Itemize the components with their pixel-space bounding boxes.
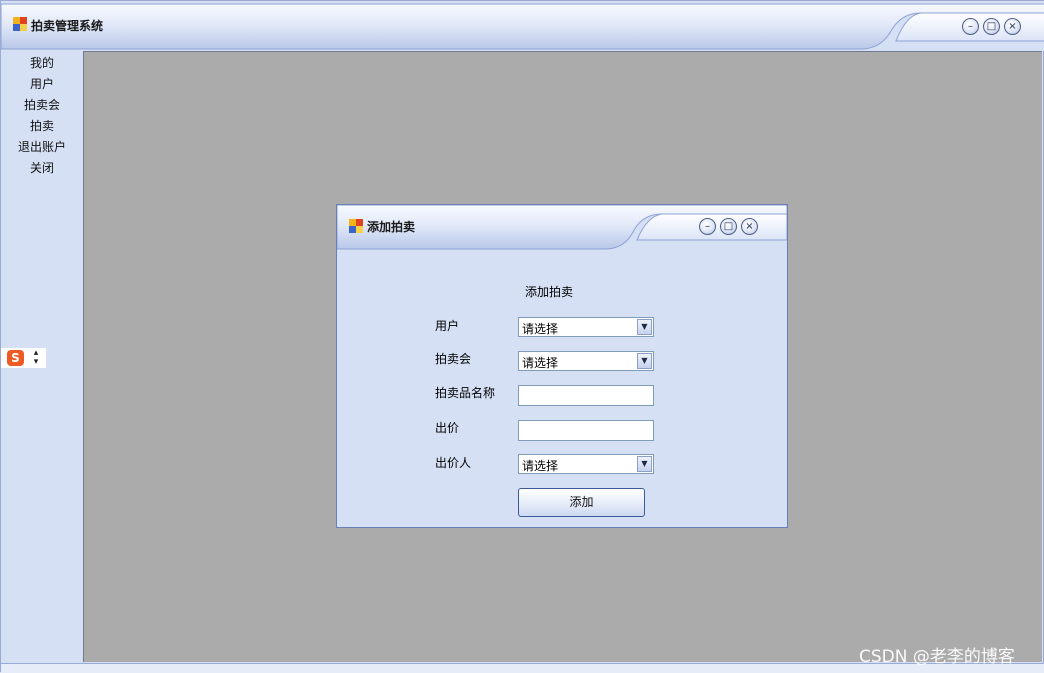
close-icon: × [745, 220, 754, 232]
ime-arrows-icon[interactable]: ▴ ▾ [31, 349, 41, 367]
bid-label: 出价 [435, 421, 460, 435]
item-name-input[interactable] [518, 385, 654, 406]
menu-item-mine[interactable]: 我的 [1, 53, 83, 74]
bidder-label: 出价人 [435, 456, 472, 470]
menu-item-close[interactable]: 关闭 [1, 158, 83, 179]
main-title-bar[interactable]: 拍卖管理系统 – □ × [1, 1, 1044, 51]
main-maximize-button[interactable]: □ [983, 18, 1000, 35]
dialog-maximize-button[interactable]: □ [720, 218, 737, 235]
menu-item-logout[interactable]: 退出账户 [1, 137, 83, 158]
auction-event-label: 拍卖会 [435, 352, 472, 366]
menu-item-auctions[interactable]: 拍卖 [1, 116, 83, 137]
bidder-select[interactable]: 请选择 ▼ [518, 454, 654, 474]
add-button[interactable]: 添加 [518, 488, 645, 517]
bidder-select-value: 请选择 [522, 459, 559, 473]
ime-toolbar[interactable]: S ▴ ▾ [1, 348, 46, 368]
dropdown-arrow-icon[interactable]: ▼ [637, 353, 652, 369]
dropdown-arrow-icon[interactable]: ▼ [637, 456, 652, 472]
dialog-heading: 添加拍卖 [525, 285, 574, 299]
main-close-button[interactable]: × [1004, 18, 1021, 35]
sogou-ime-icon: S [7, 350, 24, 366]
menu-item-users[interactable]: 用户 [1, 74, 83, 95]
add-auction-dialog: 添加拍卖 – □ × 添加拍卖 用户 请选择 ▼ 拍卖会 请选择 ▼ 拍卖品名称… [336, 204, 788, 528]
minimize-icon: – [968, 20, 973, 32]
main-minimize-button[interactable]: – [962, 18, 979, 35]
dialog-title: 添加拍卖 [367, 220, 416, 234]
close-icon: × [1008, 20, 1017, 32]
title-bar-background [1, 1, 1044, 51]
main-window: 拍卖管理系统 – □ × 我的 用户 拍卖会 拍卖 退出账户 关闭 S ▴ ▾ [0, 0, 1044, 673]
user-select[interactable]: 请选择 ▼ [518, 317, 654, 337]
maximize-icon: □ [986, 20, 997, 32]
auction-event-select[interactable]: 请选择 ▼ [518, 351, 654, 371]
app-icon [13, 17, 27, 31]
dialog-title-bar[interactable]: 添加拍卖 – □ × [337, 205, 787, 251]
csdn-watermark: CSDN @老李的博客 [859, 647, 1015, 667]
minimize-icon: – [705, 220, 710, 232]
dialog-app-icon [349, 219, 363, 233]
auction-event-select-value: 请选择 [522, 356, 559, 370]
menu-item-auction-events[interactable]: 拍卖会 [1, 95, 83, 116]
item-name-label: 拍卖品名称 [435, 386, 496, 400]
dialog-close-button[interactable]: × [741, 218, 758, 235]
dropdown-arrow-icon[interactable]: ▼ [637, 319, 652, 335]
main-window-title: 拍卖管理系统 [31, 19, 104, 33]
user-select-value: 请选择 [522, 322, 559, 336]
user-label: 用户 [435, 319, 460, 333]
dialog-minimize-button[interactable]: – [699, 218, 716, 235]
bid-input[interactable] [518, 420, 654, 441]
maximize-icon: □ [723, 220, 734, 232]
